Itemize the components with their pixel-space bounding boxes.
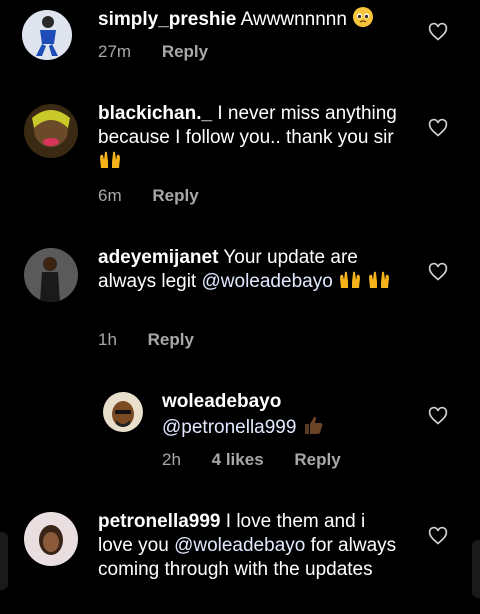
- thumbs-up-icon: [302, 414, 324, 443]
- left-edge-shadow: [0, 532, 8, 590]
- username[interactable]: adeyemijanet: [98, 247, 218, 268]
- avatar[interactable]: [24, 104, 78, 158]
- username[interactable]: blackichan._: [98, 103, 212, 124]
- comment-text: adeyemijanet Your update are always legi…: [98, 246, 398, 297]
- comment-meta: 1h Reply: [98, 330, 220, 350]
- heart-icon[interactable]: [428, 22, 448, 42]
- timestamp: 2h: [162, 450, 181, 469]
- reply-button[interactable]: Reply: [152, 186, 198, 205]
- likes-count[interactable]: 4 likes: [212, 450, 264, 469]
- raising-hands-icon: [367, 270, 391, 297]
- comment-text: blackichan._ I never miss anything becau…: [98, 102, 398, 177]
- avatar[interactable]: [24, 512, 78, 566]
- mention-link[interactable]: @petronella999: [162, 417, 296, 438]
- username[interactable]: simply_preshie: [98, 9, 236, 30]
- heart-icon[interactable]: [428, 118, 448, 138]
- raising-hands-icon: [98, 150, 122, 177]
- right-edge-shadow: [472, 540, 480, 598]
- heart-icon[interactable]: [428, 262, 448, 282]
- timestamp: 6m: [98, 186, 122, 205]
- avatar[interactable]: [103, 392, 143, 432]
- pleading-face-icon: [352, 6, 374, 35]
- mention-link[interactable]: @woleadebayo: [202, 271, 333, 292]
- comment-text: petronella999 I love them and i love you…: [98, 510, 398, 582]
- avatar[interactable]: [22, 10, 72, 60]
- comment-text: woleadebayo @petronella999: [162, 390, 402, 443]
- comment-message: Awwwnnnnn: [240, 9, 347, 30]
- comment-meta: 2h 4 likes Reply: [162, 450, 367, 470]
- mention-link[interactable]: @woleadebayo: [174, 535, 305, 556]
- reply-button[interactable]: Reply: [148, 330, 194, 349]
- reply-button[interactable]: Reply: [294, 450, 340, 469]
- avatar[interactable]: [24, 248, 78, 302]
- raising-hands-icon: [338, 270, 362, 297]
- reply-button[interactable]: Reply: [162, 42, 208, 61]
- heart-icon[interactable]: [428, 406, 448, 426]
- comment-meta: 27m Reply: [98, 42, 234, 62]
- heart-icon[interactable]: [428, 526, 448, 546]
- username[interactable]: petronella999: [98, 511, 221, 532]
- comment-meta: 6m Reply: [98, 186, 225, 206]
- timestamp: 27m: [98, 42, 132, 61]
- comment-text: simply_preshie Awwwnnnnn: [98, 6, 398, 35]
- username[interactable]: woleadebayo: [162, 391, 281, 412]
- timestamp: 1h: [98, 330, 117, 349]
